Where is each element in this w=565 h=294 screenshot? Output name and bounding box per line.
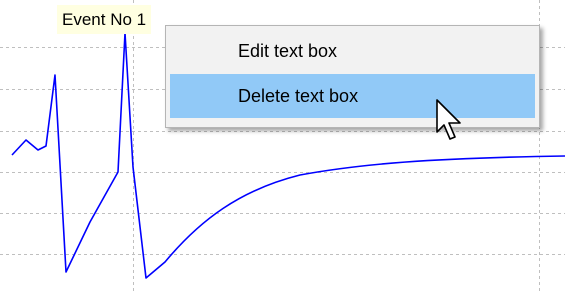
event-text-box[interactable]: Event No 1	[57, 5, 152, 34]
event-text-box-label: Event No 1	[62, 10, 147, 29]
menu-item-edit-text-box[interactable]: Edit text box	[170, 29, 535, 73]
arrow-cursor-icon	[436, 99, 461, 140]
menu-item-label: Edit text box	[238, 41, 338, 61]
menu-item-delete-text-box[interactable]: Delete text box	[170, 74, 535, 118]
menu-item-label: Delete text box	[238, 86, 359, 106]
context-menu: Edit text box Delete text box	[165, 25, 540, 128]
